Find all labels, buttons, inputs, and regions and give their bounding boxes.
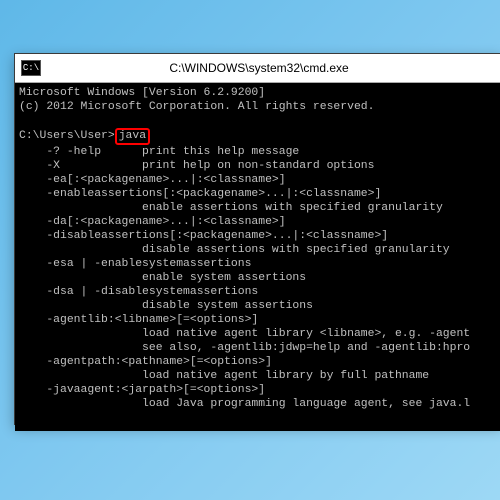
cmd-icon: C:\ xyxy=(21,60,41,76)
output-line: -javaagent:<jarpath>[=<options>] xyxy=(19,384,265,396)
output-line: enable assertions with specified granula… xyxy=(19,202,443,214)
terminal-output[interactable]: Microsoft Windows [Version 6.2.9200] (c)… xyxy=(15,83,500,431)
prompt-prefix: C:\Users\User> xyxy=(19,130,115,142)
output-line: -ea[:<packagename>...|:<classname>] xyxy=(19,174,286,186)
output-line: -X print help on non-standard options xyxy=(19,160,374,172)
cmd-window: C:\ C:\WINDOWS\system32\cmd.exe Microsof… xyxy=(14,53,500,425)
output-line: -disableassertions[:<packagename>...|:<c… xyxy=(19,230,388,242)
output-line: disable system assertions xyxy=(19,300,313,312)
output-line: enable system assertions xyxy=(19,272,306,284)
output-line: -agentpath:<pathname>[=<options>] xyxy=(19,356,272,368)
titlebar[interactable]: C:\ C:\WINDOWS\system32\cmd.exe xyxy=(15,54,500,83)
output-line: load native agent library by full pathna… xyxy=(19,370,429,382)
output-line: -da[:<packagename>...|:<classname>] xyxy=(19,216,286,228)
output-line: -agentlib:<libname>[=<options>] xyxy=(19,314,258,326)
output-line: see also, -agentlib:jdwp=help and -agent… xyxy=(19,342,470,354)
banner-line: Microsoft Windows [Version 6.2.9200] xyxy=(19,87,265,99)
window-title: C:\WINDOWS\system32\cmd.exe xyxy=(49,61,469,75)
output-line: -enableassertions[:<packagename>...|:<cl… xyxy=(19,188,381,200)
output-line: disable assertions with specified granul… xyxy=(19,244,450,256)
output-line: -dsa | -disablesystemassertions xyxy=(19,286,258,298)
output-line: -esa | -enablesystemassertions xyxy=(19,258,251,270)
output-line: load native agent library <libname>, e.g… xyxy=(19,328,470,340)
output-line: -? -help print this help message xyxy=(19,146,299,158)
banner-line: (c) 2012 Microsoft Corporation. All righ… xyxy=(19,101,374,113)
typed-command: java xyxy=(115,128,150,145)
output-line: load Java programming language agent, se… xyxy=(19,398,470,410)
